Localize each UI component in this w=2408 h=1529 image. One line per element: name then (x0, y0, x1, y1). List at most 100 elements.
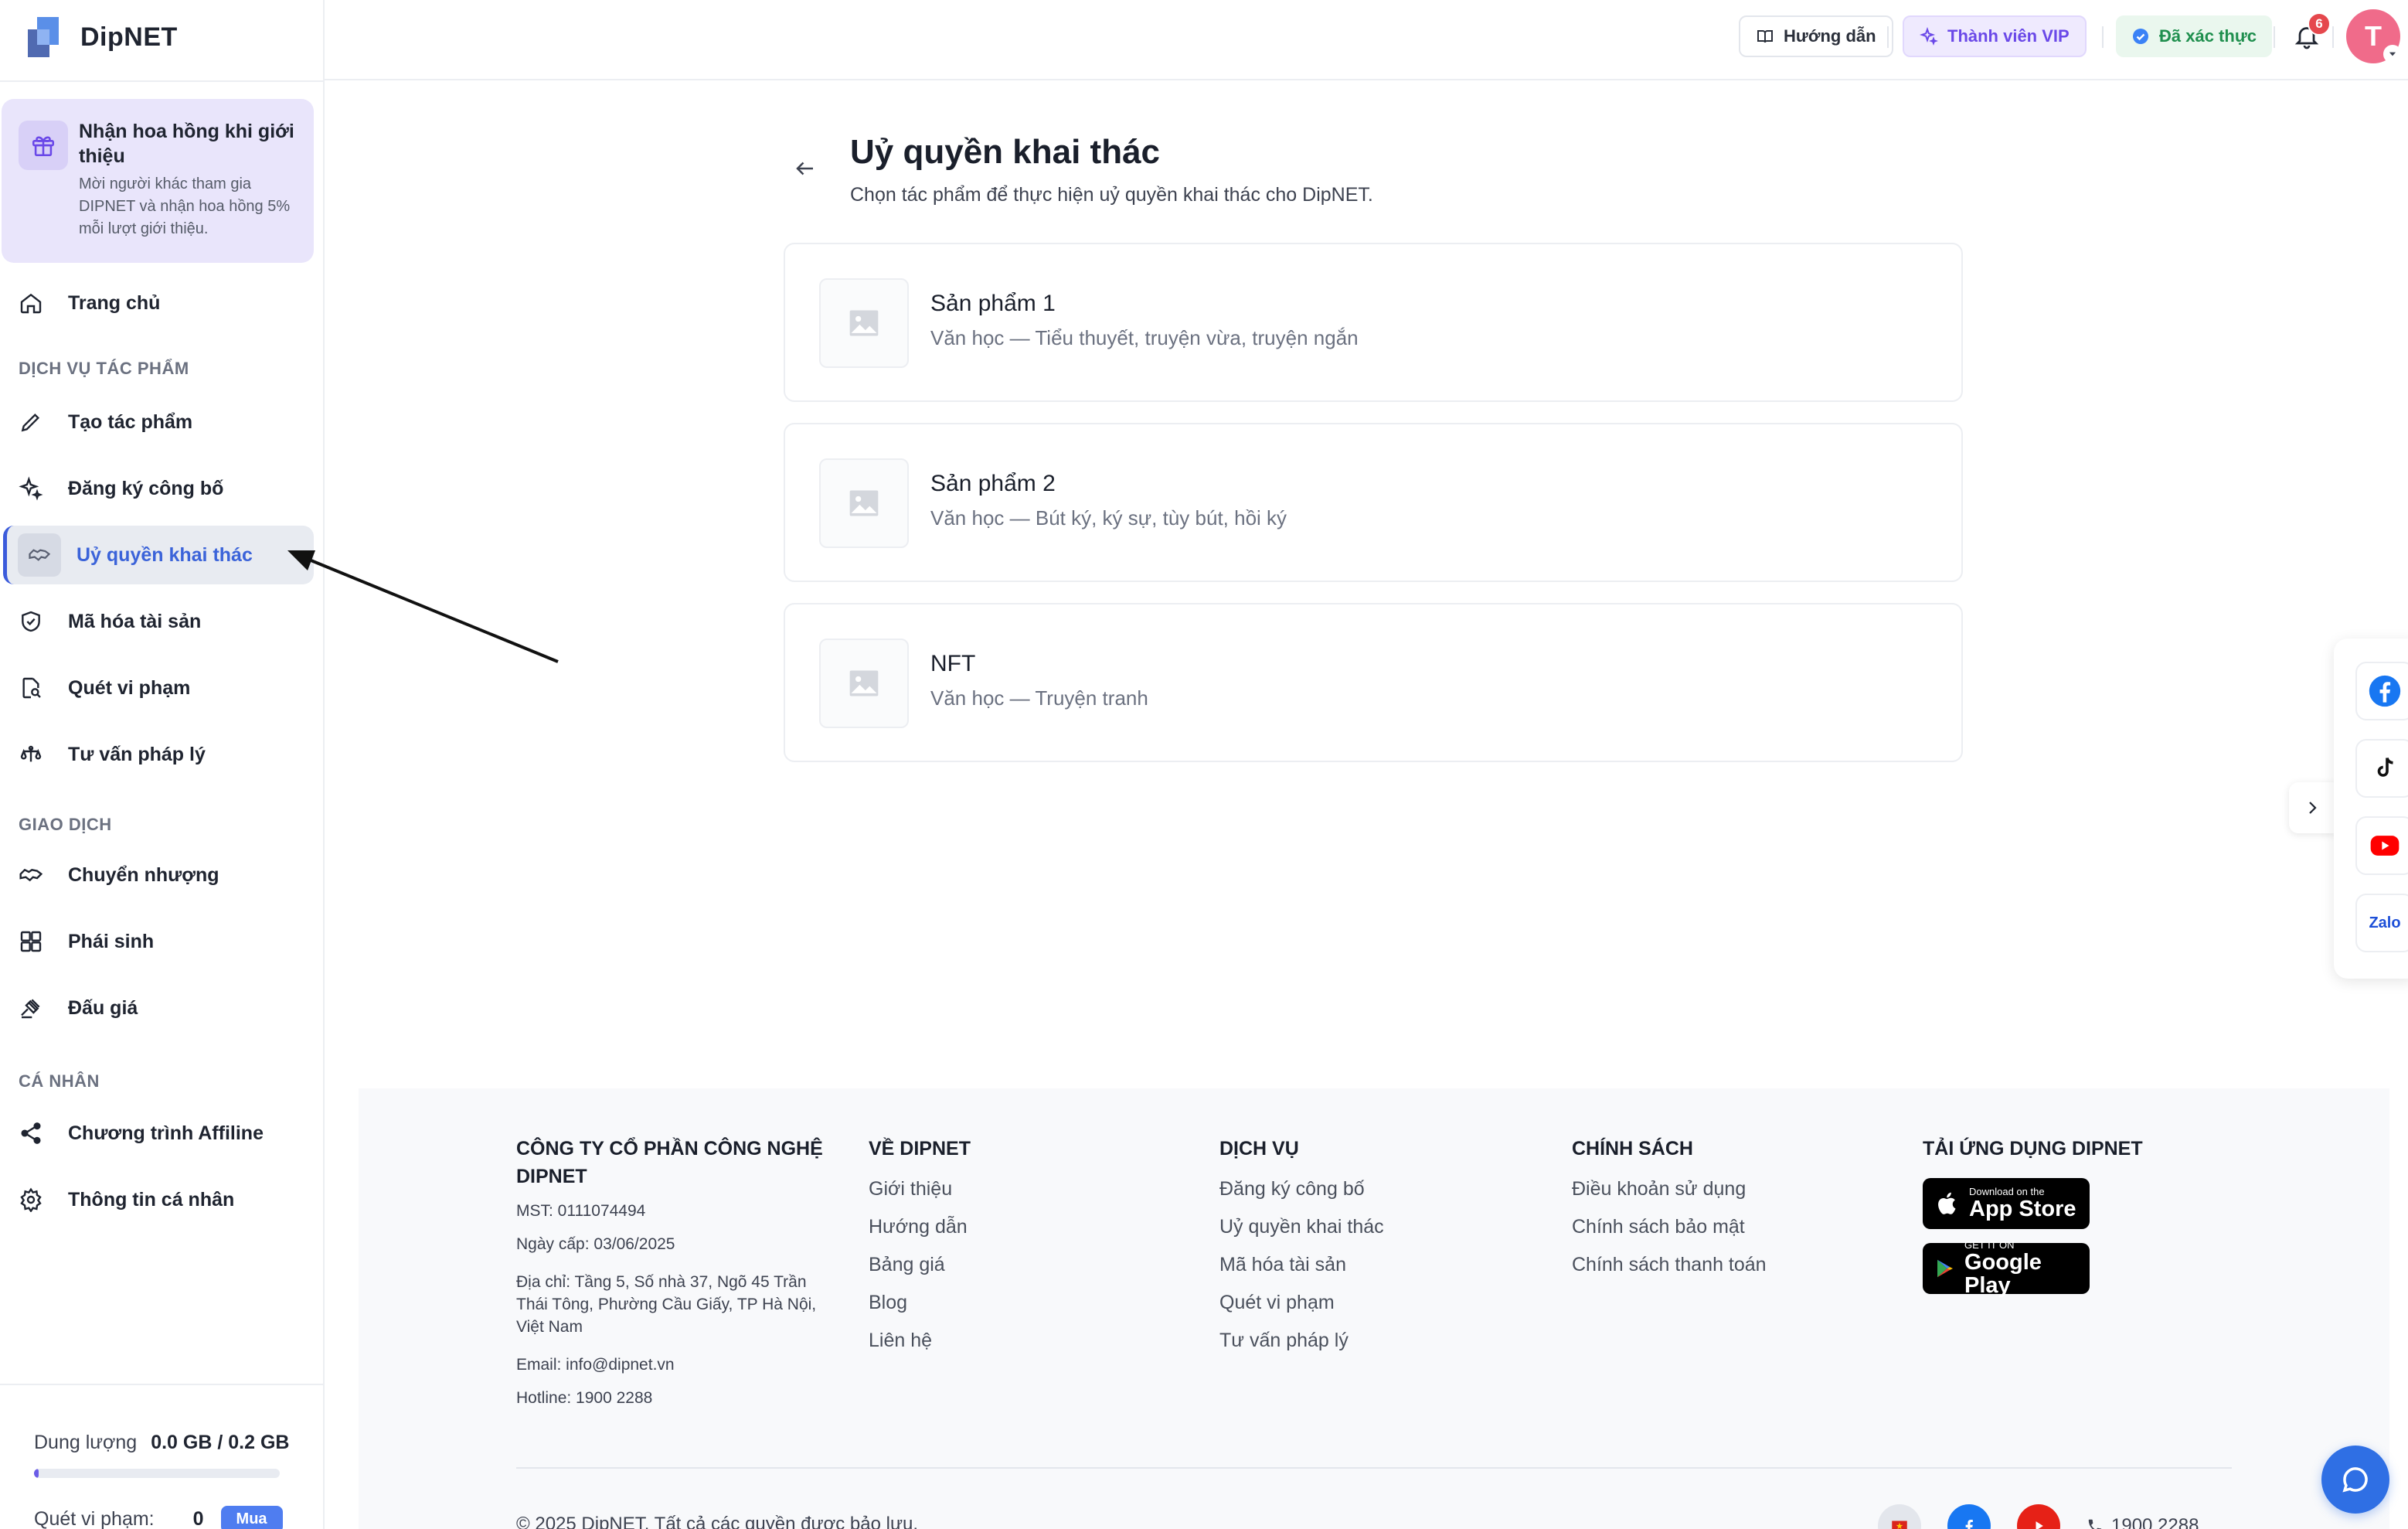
work-card[interactable]: Sản phẩm 2 Văn học — Bút ký, ký sự, tùy … (784, 423, 1963, 582)
company-tax: MST: 0111074494 (516, 1202, 646, 1220)
sidebar-item-legal[interactable]: Tư vấn pháp lý (0, 725, 317, 784)
sidebar-item-label: Uỷ quyền khai thác (77, 543, 253, 566)
sidebar-item-license[interactable]: Uỷ quyền khai thác (3, 526, 314, 584)
footer-link[interactable]: Bảng giá (869, 1254, 971, 1276)
referral-promo[interactable]: Nhận hoa hồng khi giới thiệu Mời người k… (2, 99, 314, 263)
footer-link[interactable]: Hướng dẫn (869, 1216, 971, 1238)
image-placeholder-icon (819, 458, 909, 548)
tiktok-button[interactable] (2355, 739, 2408, 798)
verified-badge[interactable]: Đã xác thực (2116, 15, 2272, 57)
back-button[interactable] (790, 153, 821, 184)
section-label-trade: GIAO DỊCH (19, 815, 112, 834)
sidebar-item-create[interactable]: Tạo tác phẩm (0, 393, 317, 451)
footer-policy: CHÍNH SÁCH Điều khoản sử dụng Chính sách… (1572, 1135, 1767, 1276)
chevron-down-icon (2383, 45, 2402, 63)
company-address: Địa chỉ: Tầng 5, Số nhà 37, Ngõ 45 Trần … (516, 1273, 817, 1336)
section-label-personal: CÁ NHÂN (19, 1071, 100, 1091)
work-title: NFT (930, 651, 976, 676)
work-category: Văn học — Tiểu thuyết, truyện vừa, truyệ… (930, 326, 1359, 349)
sidebar-item-label: Tạo tác phẩm (68, 410, 193, 433)
chat-button[interactable] (2321, 1446, 2389, 1514)
chevron-right-icon (2309, 802, 2317, 814)
footer-link[interactable]: Chính sách thanh toán (1572, 1254, 1767, 1276)
shield-check-icon (17, 608, 45, 635)
google-play-button[interactable]: GET IT ON Google Play (1923, 1239, 2090, 1298)
guide-label: Hướng dẫn (1784, 26, 1876, 46)
sidebar-item-auction[interactable]: Đấu giá (0, 979, 317, 1037)
footer-heading: TẢI ỨNG DỤNG DIPNET (1923, 1138, 2143, 1160)
footer-link[interactable]: Blog (869, 1292, 971, 1314)
footer-link[interactable]: Liên hệ (869, 1330, 971, 1352)
divider (0, 80, 325, 82)
flag-icon[interactable] (1878, 1504, 1921, 1529)
avatar-letter: T (2365, 20, 2382, 52)
grid-icon (17, 928, 45, 955)
footer-link[interactable]: Tư vấn pháp lý (1219, 1330, 1384, 1352)
verified-check-icon (2133, 29, 2148, 44)
divider (2274, 26, 2275, 48)
facebook-icon[interactable] (1947, 1504, 1991, 1529)
youtube-icon[interactable] (2017, 1504, 2060, 1529)
sidebar-item-home[interactable]: Trang chủ (0, 274, 317, 332)
sparkle-icon (17, 475, 45, 502)
notification-count-badge: 6 (2308, 12, 2331, 36)
sidebar-item-register[interactable]: Đăng ký công bố (0, 459, 317, 518)
divider (2102, 26, 2104, 48)
gavel-icon (17, 994, 45, 1022)
buy-button[interactable]: Mua (220, 1506, 283, 1529)
sidebar-item-derivative[interactable]: Phái sinh (0, 912, 317, 971)
scan-quota: Quét vi phạm: 0 Mua (34, 1506, 283, 1529)
footer-phone[interactable]: 1900 2288 (2087, 1515, 2199, 1529)
gear-icon (17, 1186, 45, 1214)
share-icon (17, 1119, 45, 1147)
work-card[interactable]: NFT Văn học — Truyện tranh (784, 603, 1963, 762)
dipnet-logo-icon (28, 17, 59, 57)
scale-icon (17, 741, 45, 768)
promo-title: Nhận hoa hồng khi giới thiệu (79, 121, 294, 167)
sidebar-item-profile[interactable]: Thông tin cá nhân (0, 1170, 317, 1229)
vip-button[interactable]: Thành viên VIP (1903, 15, 2087, 57)
company-hotline: Hotline: 1900 2288 (516, 1389, 653, 1407)
footer-company: CÔNG TY CỔ PHẦN CÔNG NGHỆ DIPNET MST: 01… (516, 1135, 833, 1409)
sidebar-item-label: Đấu giá (68, 996, 138, 1019)
zalo-button[interactable]: Zalo (2355, 894, 2408, 952)
gift-icon (19, 121, 68, 170)
footer-link[interactable]: Quét vi phạm (1219, 1292, 1384, 1314)
sidebar-item-affiliate[interactable]: Chương trình Affiline (0, 1104, 317, 1163)
footer-heading: VỀ DIPNET (869, 1138, 971, 1160)
app-store-button[interactable]: Download on the App Store (1923, 1178, 2090, 1229)
footer-app: TẢI ỨNG DỤNG DIPNET Download on the App … (1923, 1135, 2143, 1298)
notification-button[interactable]: 6 (2287, 12, 2331, 56)
footer-about: VỀ DIPNET Giới thiệu Hướng dẫn Bảng giá … (869, 1135, 971, 1352)
footer-link[interactable]: Đăng ký công bố (1219, 1178, 1384, 1200)
sidebar-item-label: Chuyển nhượng (68, 863, 219, 886)
guide-button[interactable]: Hướng dẫn (1739, 15, 1893, 57)
company-issued: Ngày cấp: 03/06/2025 (516, 1235, 675, 1253)
avatar[interactable]: T (2346, 9, 2402, 63)
footer-link[interactable]: Chính sách bảo mật (1572, 1216, 1767, 1238)
footer-link[interactable]: Điều khoản sử dụng (1572, 1178, 1767, 1200)
footer-heading: DỊCH VỤ (1219, 1138, 1299, 1160)
sidebar-item-transfer[interactable]: Chuyển nhượng (0, 846, 317, 904)
storage-progress-fill (34, 1469, 39, 1478)
footer-link[interactable]: Uỷ quyền khai thác (1219, 1216, 1384, 1238)
social-collapse-button[interactable] (2289, 782, 2335, 833)
vip-label: Thành viên VIP (1947, 26, 2070, 46)
chat-bubble-icon (2342, 1467, 2368, 1493)
sidebar-item-scan[interactable]: Quét vi phạm (0, 659, 317, 717)
sidebar: DipNET Nhận hoa hồng khi giới thiệu Mời … (0, 0, 325, 1529)
google-play-small: GET IT ON (1964, 1239, 2015, 1251)
google-play-big: Google Play (1964, 1250, 2042, 1298)
footer-link[interactable]: Mã hóa tài sản (1219, 1254, 1384, 1276)
divider (0, 1384, 325, 1385)
verified-label: Đã xác thực (2159, 26, 2257, 46)
footer-link[interactable]: Giới thiệu (869, 1178, 971, 1200)
divider (516, 1467, 2232, 1469)
brand[interactable]: DipNET (23, 12, 178, 62)
youtube-icon (2370, 836, 2399, 856)
work-card[interactable]: Sản phẩm 1 Văn học — Tiểu thuyết, truyện… (784, 243, 1963, 402)
sidebar-item-tokenize[interactable]: Mã hóa tài sản (0, 592, 317, 651)
facebook-button[interactable] (2355, 662, 2408, 720)
promo-description: Mời người khác tham gia DIPNET và nhận h… (79, 175, 291, 237)
youtube-button[interactable] (2355, 816, 2408, 875)
